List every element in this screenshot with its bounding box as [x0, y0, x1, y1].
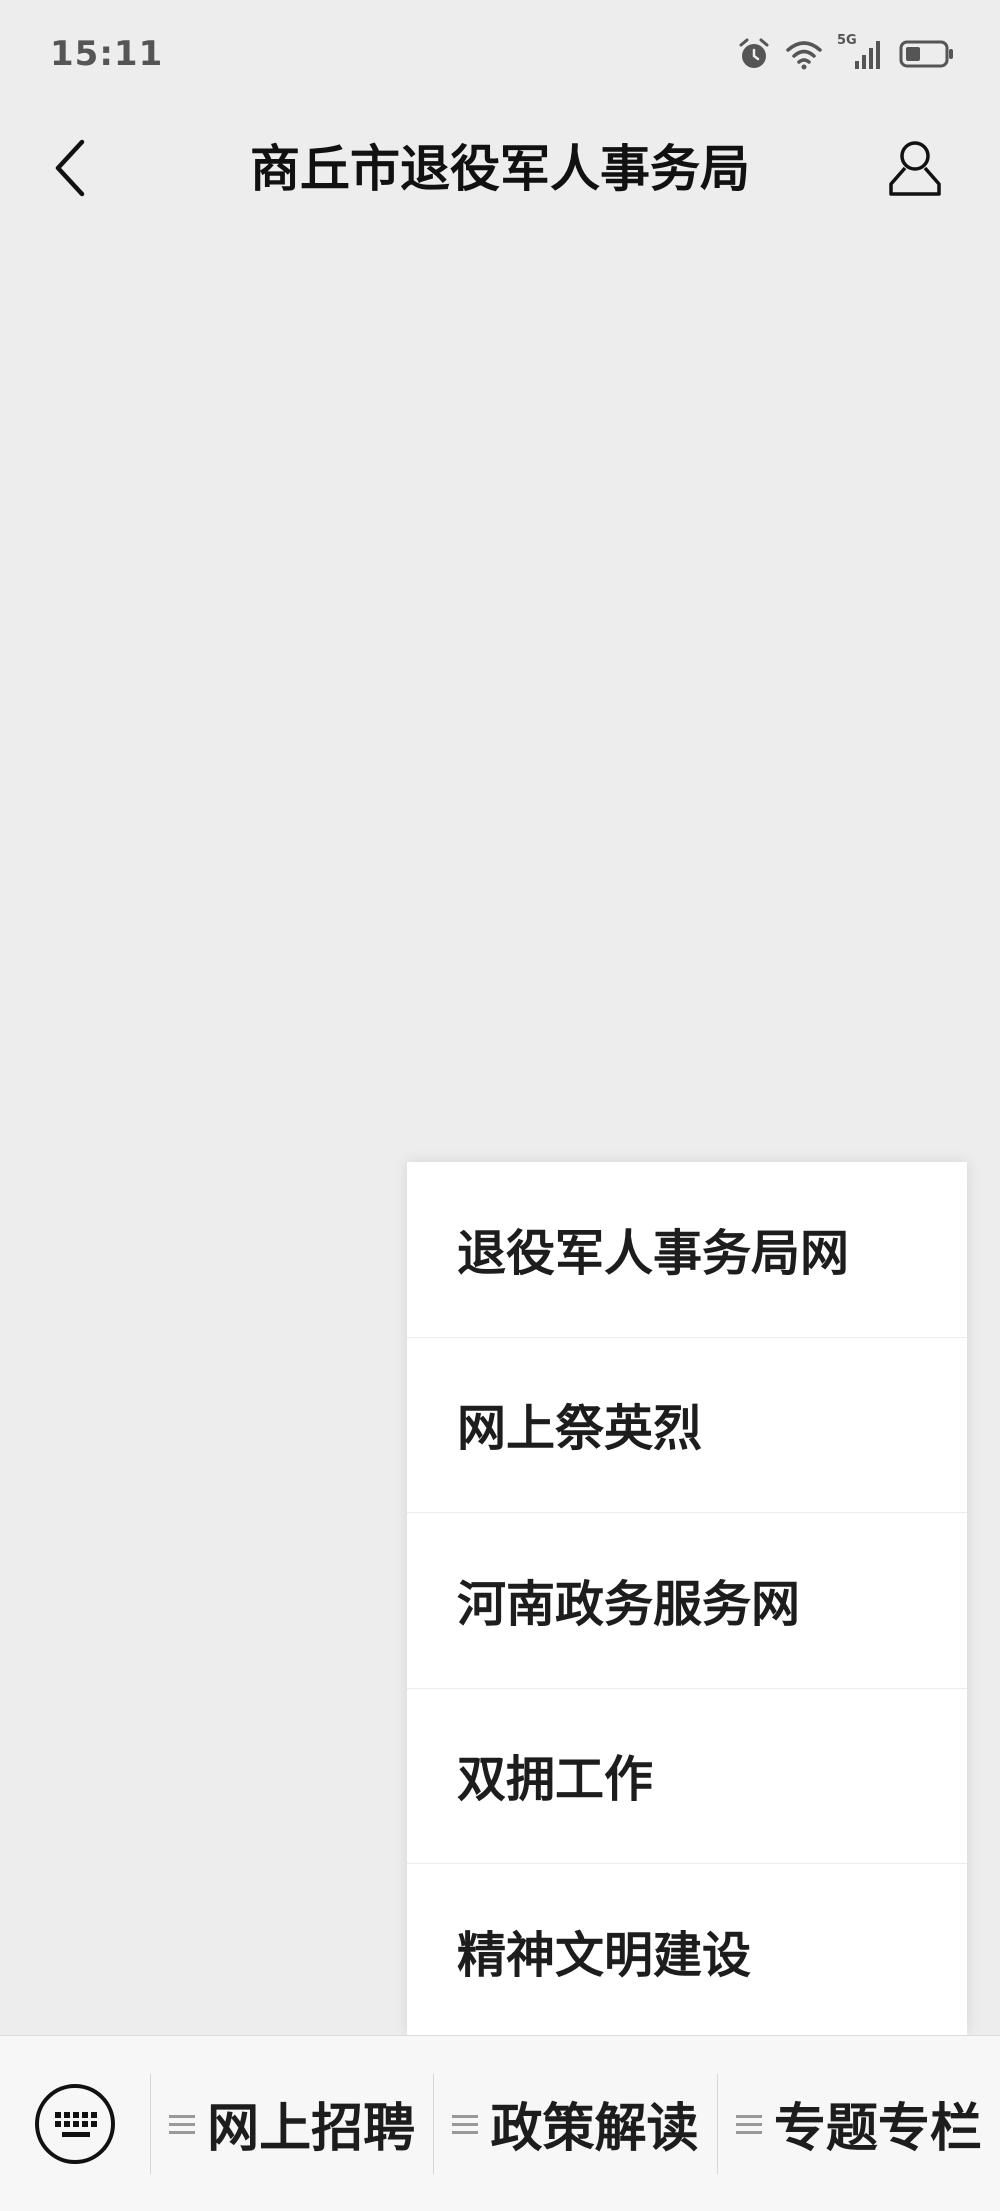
bottom-tab-label: 网上招聘	[207, 2099, 416, 2159]
keyboard-toggle-button[interactable]	[0, 2036, 150, 2211]
menu-item-online-martyr-memorial[interactable]: 网上祭英烈	[407, 1338, 967, 1513]
menu-item-veterans-bureau-site[interactable]: 退役军人事务局网	[407, 1162, 967, 1338]
keyboard-icon	[35, 2083, 115, 2164]
page-title: 商丘市退役军人事务局	[250, 140, 750, 198]
menu-item-henan-gov-service[interactable]: 河南政务服务网	[407, 1513, 967, 1689]
bottom-menu-bar: 网上招聘 政策解读 专题专栏	[0, 2035, 1000, 2211]
back-button[interactable]	[40, 128, 100, 208]
menu-item-civilization-construction[interactable]: 精神文明建设	[407, 1864, 967, 2040]
menu-lines-icon	[452, 2114, 479, 2134]
status-icons: 5G	[737, 33, 955, 74]
bottom-tab-special-topics[interactable]: 专题专栏	[718, 2036, 1000, 2211]
bottom-tab-label: 政策解读	[490, 2099, 699, 2159]
chat-screen: 15:11 5G 商丘市退役军人事务局 退役军人事务局网 网上祭英烈 河南政务服…	[0, 0, 1000, 2211]
bottom-tab-policy-interpretation[interactable]: 政策解读	[434, 2036, 716, 2211]
chevron-left-icon	[55, 139, 85, 197]
signal-icon: 5G	[837, 33, 885, 71]
menu-lines-icon	[169, 2114, 196, 2134]
profile-button[interactable]	[875, 128, 955, 208]
person-icon	[889, 141, 941, 196]
menu-lines-icon	[735, 2114, 762, 2134]
bottom-tab-label: 专题专栏	[773, 2099, 982, 2159]
top-navigation-bar: 商丘市退役军人事务局	[0, 110, 1000, 230]
bottom-tab-online-recruitment[interactable]: 网上招聘	[151, 2036, 433, 2211]
menu-item-double-support-work[interactable]: 双拥工作	[407, 1689, 967, 1864]
battery-icon	[899, 39, 955, 69]
alarm-icon	[737, 37, 771, 71]
wifi-icon	[785, 38, 823, 70]
status-bar: 15:11 5G	[0, 0, 1000, 110]
popup-submenu: 退役军人事务局网 网上祭英烈 河南政务服务网 双拥工作 精神文明建设	[407, 1162, 967, 2035]
status-time: 15:11	[50, 34, 164, 74]
